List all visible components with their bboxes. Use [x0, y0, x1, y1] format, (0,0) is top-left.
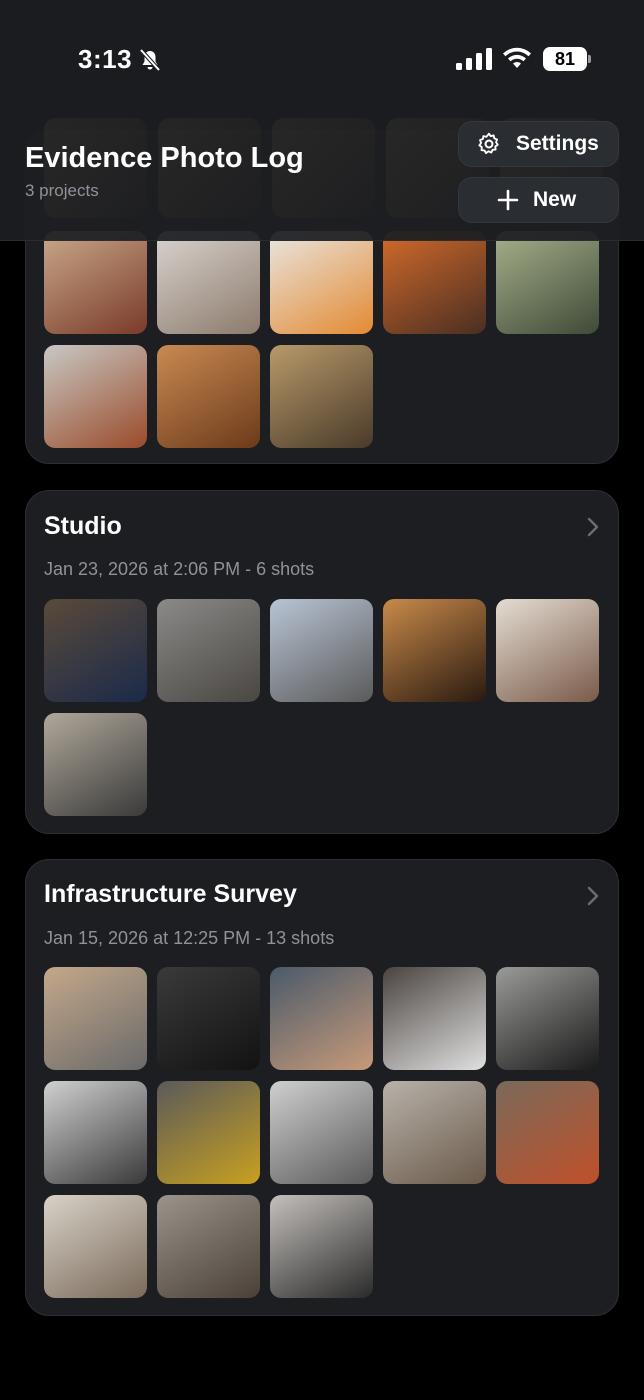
- photo-thumbnail-effects-pedal[interactable]: [44, 713, 147, 816]
- photo-thumbnail-projector-device[interactable]: [44, 1081, 147, 1184]
- photo-thumbnail-circuit-board-hand[interactable]: [270, 967, 373, 1070]
- gear-icon: [478, 132, 499, 155]
- bell-muted-icon: [139, 48, 161, 72]
- photo-thumbnail-street-construction[interactable]: [270, 599, 373, 702]
- photo-thumbnail-party-table[interactable]: [44, 231, 147, 334]
- photo-thumbnail-roasted-squash-tray[interactable]: [383, 231, 486, 334]
- new-project-button[interactable]: New: [458, 177, 619, 223]
- photo-thumbnail-appliance-knob[interactable]: [383, 1081, 486, 1184]
- photo-thumbnail-fridge-jars[interactable]: [44, 345, 147, 448]
- project-meta: Jan 23, 2026 at 2:06 PM - 6 shots: [44, 559, 315, 579]
- settings-button[interactable]: Settings: [458, 121, 619, 167]
- project-count: 3 projects: [25, 181, 99, 200]
- photo-thumbnail-robot-gripper[interactable]: [496, 967, 599, 1070]
- project-name: Studio: [44, 512, 122, 540]
- chevron-right-icon: [587, 886, 599, 906]
- new-label: New: [533, 188, 577, 211]
- plus-icon: [497, 189, 519, 211]
- photo-thumbnail-charger-cable[interactable]: [383, 967, 486, 1070]
- photo-thumbnail-rack-cables[interactable]: [157, 967, 260, 1070]
- status-bar: 3:13 81: [0, 0, 644, 110]
- project-name: Infrastructure Survey: [44, 880, 297, 908]
- photo-grid: [44, 967, 599, 1298]
- photo-thumbnail-white-pumpkin[interactable]: [157, 231, 260, 334]
- photo-thumbnail-grocery-shelf[interactable]: [496, 231, 599, 334]
- chevron-right-icon: [587, 517, 599, 537]
- photo-thumbnail-kitchen-room[interactable]: [44, 1195, 147, 1298]
- photo-thumbnail-wooden-booth[interactable]: [44, 967, 147, 1070]
- photo-thumbnail-squash-halves[interactable]: [270, 231, 373, 334]
- project-card-studio[interactable]: Studio Jan 23, 2026 at 2:06 PM - 6 shots: [25, 490, 619, 834]
- photo-thumbnail-furnace-utility[interactable]: [157, 1195, 260, 1298]
- wifi-icon: [503, 47, 531, 68]
- status-time: 3:13: [78, 44, 133, 74]
- project-card-infrastructure[interactable]: Infrastructure Survey Jan 15, 2026 at 12…: [25, 859, 619, 1316]
- settings-label: Settings: [516, 132, 599, 155]
- photo-thumbnail-bass-guitar[interactable]: [383, 599, 486, 702]
- battery-level: 81: [543, 47, 587, 71]
- photo-thumbnail-robot-arm[interactable]: [270, 1195, 373, 1298]
- photo-grid: [44, 231, 599, 448]
- battery-icon: 81: [543, 47, 591, 71]
- photo-thumbnail-paella-pan[interactable]: [270, 345, 373, 448]
- photo-thumbnail-hummus-tub[interactable]: [157, 345, 260, 448]
- photo-thumbnail-desk-monitors[interactable]: [44, 599, 147, 702]
- photo-thumbnail-wall-device-wires[interactable]: [157, 1081, 260, 1184]
- page-title: Evidence Photo Log: [25, 142, 304, 174]
- photo-grid: [44, 599, 599, 816]
- photo-thumbnail-stone-building[interactable]: [157, 599, 260, 702]
- photo-thumbnail-engine-part[interactable]: [496, 1081, 599, 1184]
- cellular-signal-icon: [456, 48, 492, 70]
- photo-thumbnail-loft-workers[interactable]: [496, 599, 599, 702]
- photo-thumbnail-oven-panel[interactable]: [270, 1081, 373, 1184]
- project-meta: Jan 15, 2026 at 12:25 PM - 13 shots: [44, 928, 335, 948]
